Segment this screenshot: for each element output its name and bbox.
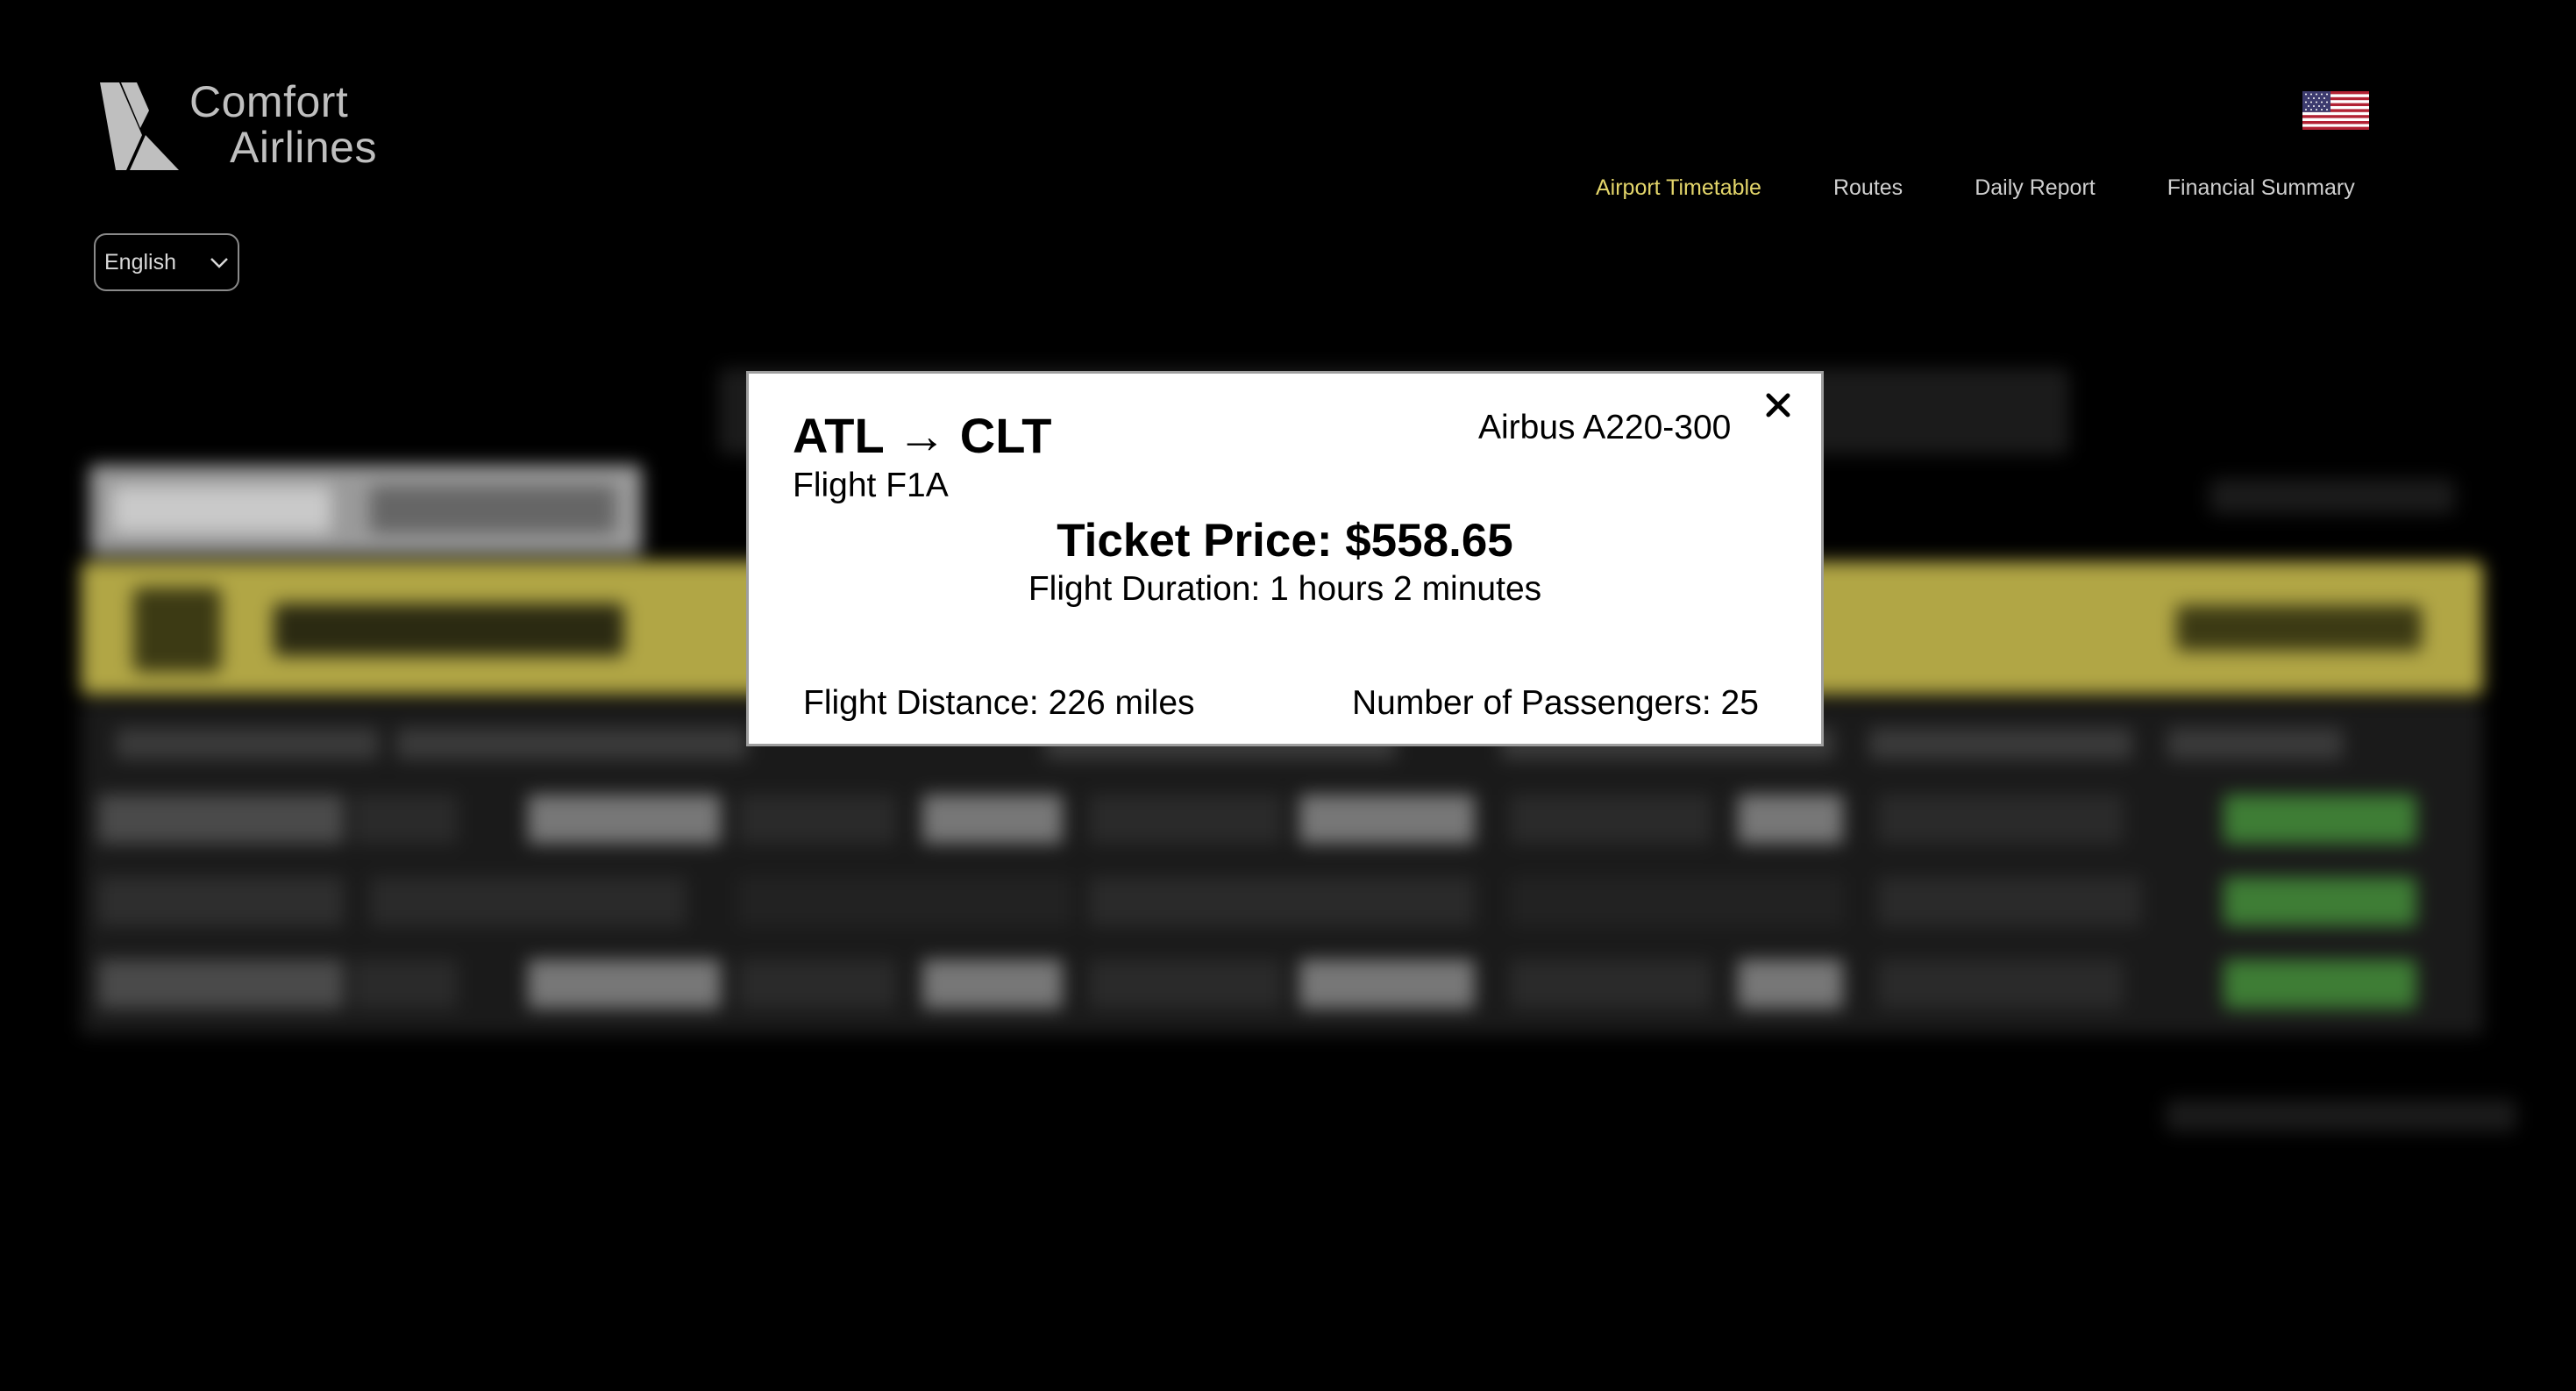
chevron-down-icon [210,258,228,268]
blurred-cell [1878,877,2141,926]
blurred-cell [98,959,344,1009]
blurred-table-row [89,795,2474,844]
blurred-cell [738,795,896,844]
language-select-value: English [104,250,176,275]
blurred-cell [922,795,1063,844]
blurred-schedule-button [2224,959,2416,1009]
blurred-banner-title [274,603,624,656]
main-nav: Airport Timetable Routes Daily Report Fi… [1596,175,2355,201]
logo[interactable]: Comfort Airlines [95,79,384,175]
blurred-cell [1738,795,1843,844]
blurred-cell [528,795,721,844]
modal-aircraft: Airbus A220-300 [1478,409,1732,446]
blurred-cell [1299,959,1475,1009]
blurred-cell [352,795,458,844]
blurred-cell [352,959,458,1009]
nav-airport-timetable[interactable]: Airport Timetable [1596,175,1761,201]
us-flag-icon[interactable] [2302,91,2369,130]
blurred-cell [528,959,721,1009]
blurred-direction-tabs [89,465,642,554]
blurred-header-cell [396,728,747,760]
blurred-table-row [89,877,2474,926]
modal-route-title: ATL → CLT [793,408,1052,463]
blurred-footer-note [2166,1100,2516,1131]
blurred-cell [1510,795,1711,844]
blurred-header-cell [1869,728,2132,760]
modal-flight-distance: Flight Distance: 226 miles [803,684,1195,722]
blurred-cell [922,959,1063,1009]
logo-line-1: Comfort [189,77,349,126]
blurred-table-row [89,959,2474,1009]
blurred-plane-icon [133,588,221,672]
blurred-schedule-button [2224,877,2416,926]
blurred-header-cell [2167,728,2343,760]
blurred-cell [738,877,1071,926]
nav-daily-report[interactable]: Daily Report [1975,175,2096,201]
blurred-cell [1878,795,2124,844]
blurred-cell [98,795,344,844]
blurred-cell [1738,959,1843,1009]
blurred-cell [1089,795,1282,844]
blurred-filter-label [2210,479,2455,514]
blurred-cell [1089,877,1475,926]
blurred-tab-arrivals [370,486,616,533]
nav-financial-summary[interactable]: Financial Summary [2167,175,2355,201]
blurred-cell [738,959,896,1009]
nav-routes[interactable]: Routes [1833,175,1903,201]
blurred-schedule-button [2224,795,2416,844]
blurred-cell [370,877,686,926]
blurred-header-cell [116,728,379,760]
modal-passenger-count: Number of Passengers: 25 [1352,684,1759,722]
modal-flight-number: Flight F1A [793,467,949,504]
language-select[interactable]: English [94,233,239,291]
blurred-cell [1510,959,1711,1009]
blurred-flights-table [81,702,2483,1035]
blurred-banner-route [2176,605,2422,651]
flight-details-modal: ATL → CLT Flight F1A Airbus A220-300 Tic… [746,371,1824,746]
logo-line-2: Airlines [230,123,377,172]
blurred-cell [1299,795,1475,844]
blurred-cell [1510,877,1843,926]
modal-flight-duration: Flight Duration: 1 hours 2 minutes [1028,570,1542,608]
modal-ticket-price: Ticket Price: $558.65 [1057,515,1513,567]
logo-text: Comfort Airlines [156,79,377,170]
close-icon[interactable] [1764,391,1792,419]
blurred-cell [1089,959,1282,1009]
blurred-cell [1878,959,2124,1009]
blurred-cell [98,877,344,926]
blurred-tab-departures [112,486,331,533]
